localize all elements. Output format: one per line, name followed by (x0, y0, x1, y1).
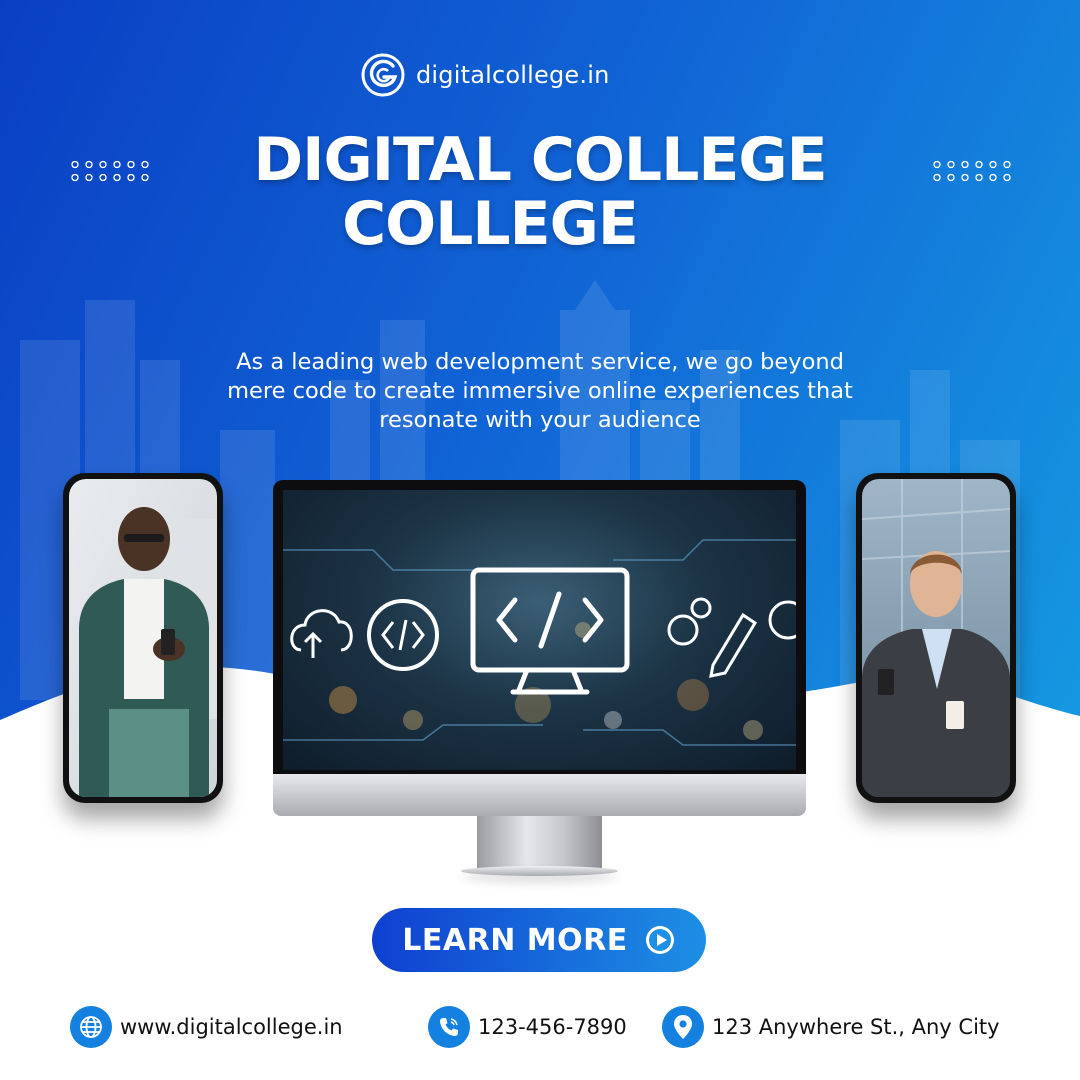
promo-canvas: digitalcollege.in DIGITAL COLLEGE COLLEG… (0, 0, 1080, 1080)
headline-line-2: COLLEGE (342, 189, 639, 259)
location-pin-icon (662, 1006, 704, 1048)
desktop-monitor-mockup (273, 480, 806, 890)
monitor-chin (273, 774, 806, 816)
description-line-1: As a leading web development service, we… (236, 349, 844, 375)
monitor-stand-neck (477, 816, 602, 870)
globe-icon (70, 1006, 112, 1048)
contact-website-text: www.digitalcollege.in (120, 1015, 343, 1039)
description-line-2: mere code to create immersive online exp… (227, 378, 853, 404)
contact-phone-text: 123-456-7890 (478, 1015, 627, 1039)
phone-photo-man-with-phone (69, 479, 217, 797)
play-circle-icon (645, 926, 674, 954)
brand-name: digitalcollege.in (416, 61, 610, 89)
brand-header[interactable]: digitalcollege.in (360, 52, 609, 98)
phone-mockup-right (856, 473, 1016, 803)
contact-address-text: 123 Anywhere St., Any City (712, 1015, 1000, 1039)
contact-website[interactable]: www.digitalcollege.in (70, 1006, 343, 1048)
headline-line-1: DIGITAL COLLEGE (253, 125, 827, 195)
learn-more-label: LEARN MORE (402, 922, 628, 958)
monitor-bezel (273, 480, 806, 774)
learn-more-button[interactable]: LEARN MORE (372, 908, 706, 972)
description-line-3: resonate with your audience (379, 407, 701, 433)
phone-mockup-left (63, 473, 223, 803)
monitor-screen-tech-illustration (283, 490, 796, 770)
contact-phone[interactable]: 123-456-7890 (428, 1006, 627, 1048)
phone-photo-businessman-with-coffee (862, 479, 1010, 797)
description: As a leading web development service, we… (160, 348, 920, 435)
contact-address[interactable]: 123 Anywhere St., Any City (662, 1006, 1000, 1048)
monitor-stand-base (461, 866, 618, 876)
phone-icon (428, 1006, 470, 1048)
logo-g-icon (361, 53, 405, 97)
